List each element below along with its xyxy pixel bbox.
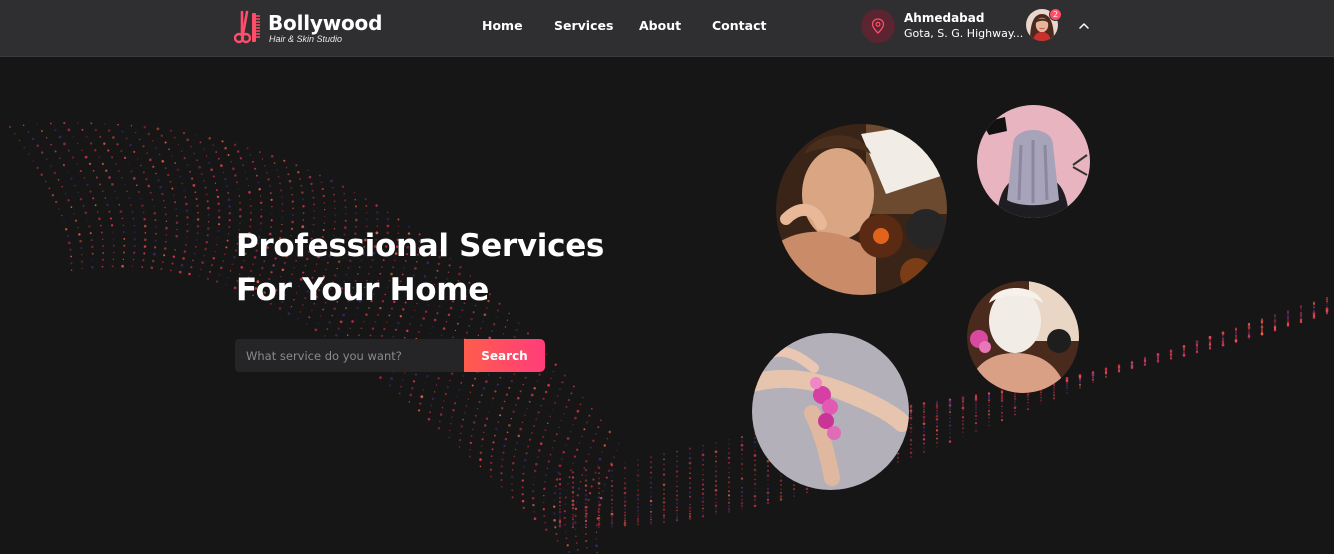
brand-logo[interactable]: Bollywood Hair & Skin Studio [234,10,382,46]
hero-title-line-1: Professional Services [236,228,605,264]
map-pin-icon [871,18,885,34]
nav-contact[interactable]: Contact [712,18,766,33]
chevron-up-icon[interactable] [1077,19,1091,33]
nav-about[interactable]: About [639,18,681,33]
location-button[interactable] [861,9,895,43]
service-search-input[interactable] [235,339,464,372]
service-search-form: Search [235,339,545,372]
location-city: Ahmedabad [904,11,985,25]
location-address: Gota, S. G. Highway... [904,27,1024,40]
background-dot-wave [9,121,1329,554]
massage-photo [776,124,947,295]
hero-title-line-2: For Your Home [236,272,490,308]
brand-name: Bollywood [268,10,383,35]
facial-treatment-photo [967,281,1079,393]
nav-services[interactable]: Services [554,18,613,33]
scissors-comb-icon [234,10,260,44]
search-button[interactable]: Search [464,339,545,372]
hair-styling-photo [977,105,1090,218]
hero-title: Professional Services For Your Home [236,224,604,312]
top-navigation-bar: Bollywood Hair & Skin Studio Home Servic… [0,0,1334,57]
notification-badge: 2 [1049,8,1062,21]
nav-home[interactable]: Home [482,18,523,33]
user-avatar[interactable]: 2 [1026,8,1062,41]
legs-waxing-photo [752,333,909,490]
brand-tagline: Hair & Skin Studio [269,33,343,44]
location-info[interactable]: Ahmedabad Gota, S. G. Highway... [904,12,1023,39]
